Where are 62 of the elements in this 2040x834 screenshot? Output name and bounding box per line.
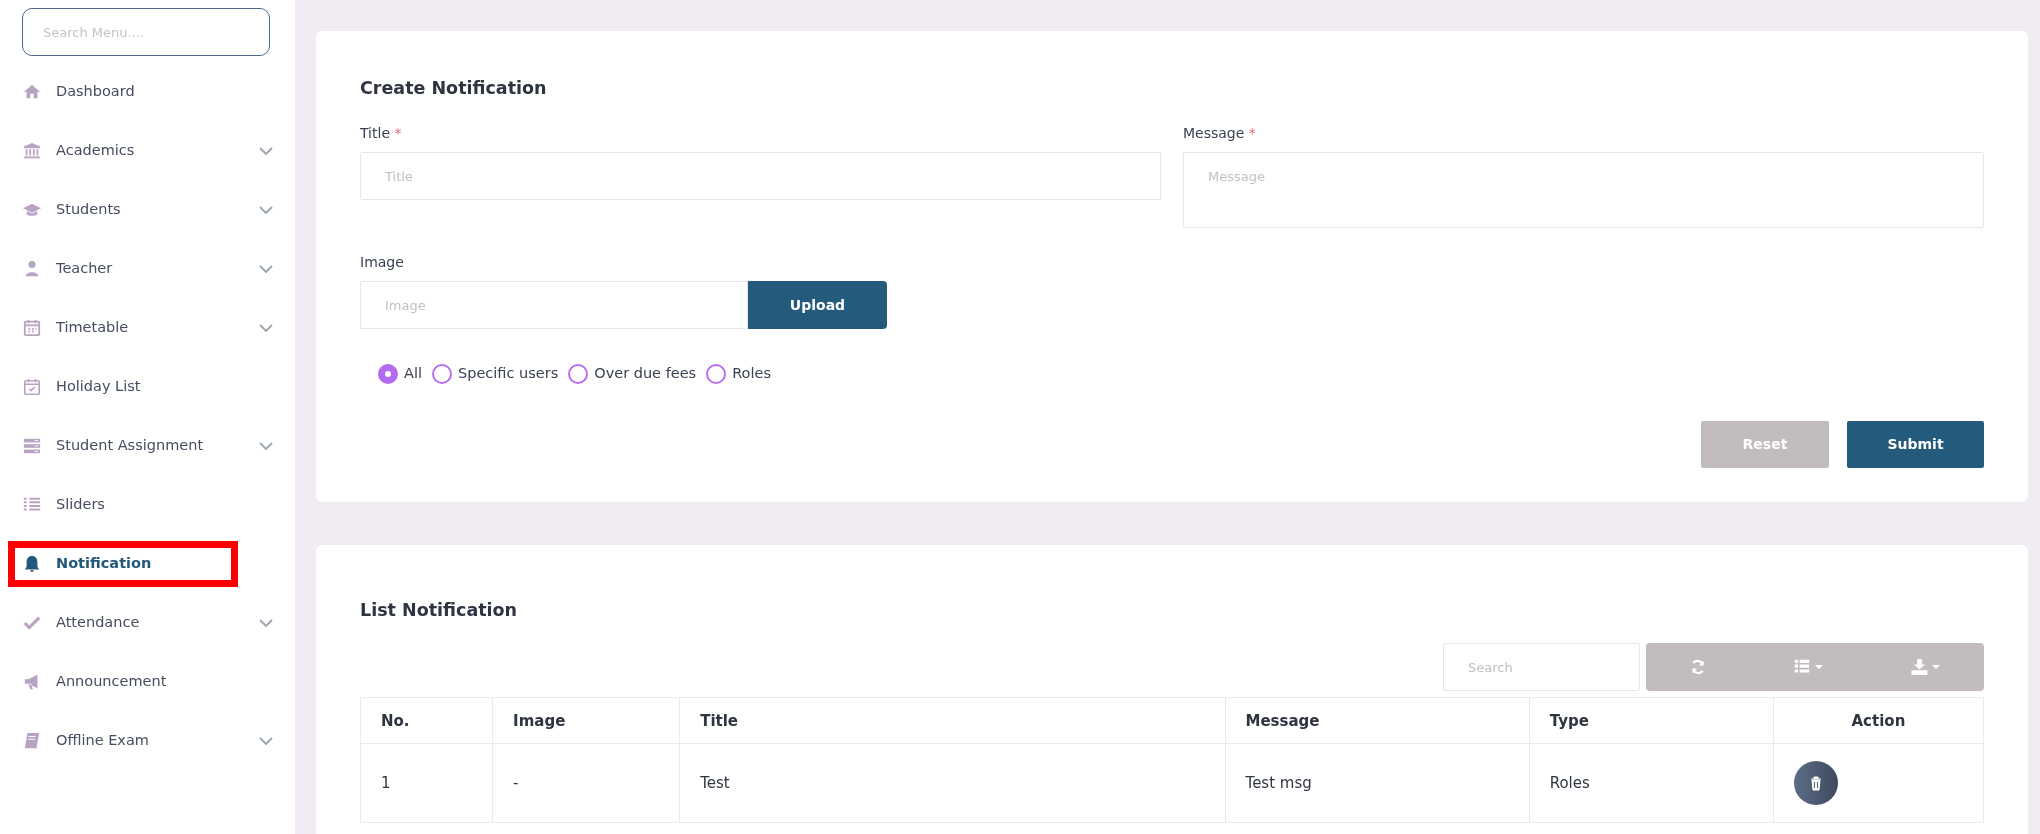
sidebar-item[interactable]: Holiday List [8, 364, 287, 410]
radio-label: All [404, 364, 422, 384]
column-header: No. [360, 697, 493, 744]
field-label: Title * [360, 124, 403, 144]
radio-label: Roles [732, 364, 771, 384]
list-icon [1793, 659, 1812, 676]
upload-button[interactable]: Upload [748, 281, 887, 330]
sidebar-item[interactable]: Timetable [8, 305, 287, 351]
radio-button[interactable] [706, 364, 727, 385]
menu-search-field[interactable]: Search Menu.... [22, 8, 270, 56]
image-field[interactable]: Image [360, 281, 748, 330]
section-heading: List Notification [360, 599, 519, 622]
book-icon [22, 732, 42, 750]
column-header: Message [1225, 697, 1530, 744]
radio-option[interactable]: All [378, 363, 422, 385]
graduation-cap-icon [22, 201, 42, 219]
column-header: Image [492, 697, 680, 744]
sidebar-item[interactable]: Student Assignment [8, 423, 287, 469]
trash-icon [1808, 775, 1823, 791]
sidebar-item[interactable]: Students [8, 187, 287, 233]
refresh-icon [1689, 659, 1706, 676]
submit-button[interactable]: Submit [1847, 421, 1984, 468]
bank-icon [22, 142, 42, 160]
sidebar-item[interactable]: Notification [8, 541, 238, 587]
sidebar-item[interactable]: Announcement [8, 659, 287, 705]
calendar-check-icon [22, 378, 42, 396]
calendar-icon [22, 319, 42, 337]
radio-label: Specific users [458, 364, 559, 384]
bell-icon [22, 555, 42, 573]
home-icon [22, 83, 42, 101]
sidebar-item[interactable]: Sliders [8, 482, 287, 528]
title-field[interactable]: Title [360, 152, 1161, 201]
table-cell: - [492, 743, 680, 823]
table-cell: Roles [1529, 743, 1774, 823]
server-icon [22, 437, 42, 455]
table-cell: Test msg [1225, 743, 1530, 823]
radio-label: Over due fees [594, 364, 697, 384]
sidebar-item[interactable]: Offline Exam [8, 718, 287, 764]
field-label: Message * [1183, 124, 1257, 144]
download-icon [1911, 659, 1929, 676]
sidebar-item[interactable]: Academics [8, 128, 287, 174]
field-label: Image [360, 253, 405, 273]
radio-button[interactable] [568, 364, 589, 385]
section-heading: Create Notification [360, 77, 548, 100]
sidebar-item[interactable]: Teacher [8, 246, 287, 292]
caret-icon [1815, 665, 1824, 670]
message-field[interactable]: Message [1183, 152, 1984, 229]
sidebar-item[interactable]: Attendance [8, 600, 287, 646]
caret-icon [1932, 665, 1941, 670]
column-header: Type [1529, 697, 1774, 744]
check-icon [22, 614, 42, 632]
radio-button[interactable] [378, 364, 398, 385]
column-header: Action [1773, 697, 1984, 744]
radio-option[interactable]: Specific users [432, 363, 559, 385]
sidebar-item[interactable]: Dashboard [8, 69, 287, 115]
radio-option[interactable]: Over due fees [568, 363, 697, 385]
table-search-field[interactable]: Search [1443, 643, 1640, 692]
column-header: Title [679, 697, 1225, 744]
radio-option[interactable]: Roles [706, 363, 771, 385]
table-cell: Test [679, 743, 1225, 823]
radio-button[interactable] [432, 364, 452, 385]
table-cell: 1 [360, 743, 493, 823]
